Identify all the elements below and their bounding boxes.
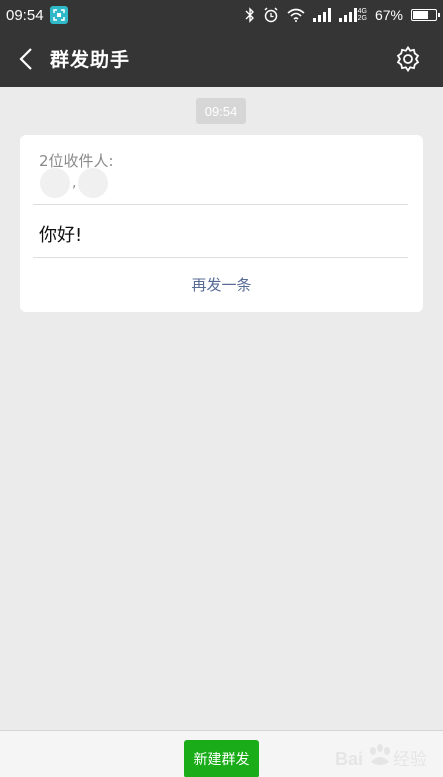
svg-text:经验: 经验 [393, 750, 427, 770]
recipients-separator: , [72, 175, 77, 191]
settings-button[interactable] [383, 30, 433, 87]
message-timestamp: 09:54 [196, 98, 246, 124]
wifi-icon [287, 8, 305, 22]
divider [33, 204, 408, 205]
scan-icon [49, 6, 68, 24]
avatar [78, 168, 109, 198]
back-arrow-icon [19, 47, 32, 70]
battery-fill [413, 11, 428, 19]
battery-percent: 67% [374, 7, 403, 23]
recipient-avatars: , [40, 168, 109, 198]
resend-button[interactable]: 再发一条 [20, 259, 423, 309]
gear-icon [396, 45, 420, 72]
back-button[interactable] [2, 30, 50, 87]
battery-icon [411, 9, 440, 21]
signal-icon [312, 8, 331, 22]
bluetooth-icon [245, 7, 255, 23]
broadcast-message-card: 2位收件人: , 你好! 再发一条 [20, 135, 423, 312]
page-title: 群发助手 [50, 49, 131, 71]
watermark-text: Bai [335, 749, 363, 769]
status-bar: 09:54 4G 2G 67% [0, 0, 443, 30]
message-text: 你好! [39, 225, 83, 246]
divider [33, 257, 408, 258]
title-bar: 群发助手 [0, 30, 443, 87]
network-type-top: 4G [357, 8, 367, 15]
baidu-jingyan-watermark: Bai 经验 [335, 744, 427, 770]
signal-4g-icon: 4G 2G [338, 8, 367, 22]
alarm-icon [263, 7, 279, 23]
avatar [40, 168, 70, 198]
status-time: 09:54 [6, 6, 44, 24]
network-type-bottom: 2G [357, 15, 367, 22]
new-broadcast-button[interactable]: 新建群发 [184, 740, 259, 777]
